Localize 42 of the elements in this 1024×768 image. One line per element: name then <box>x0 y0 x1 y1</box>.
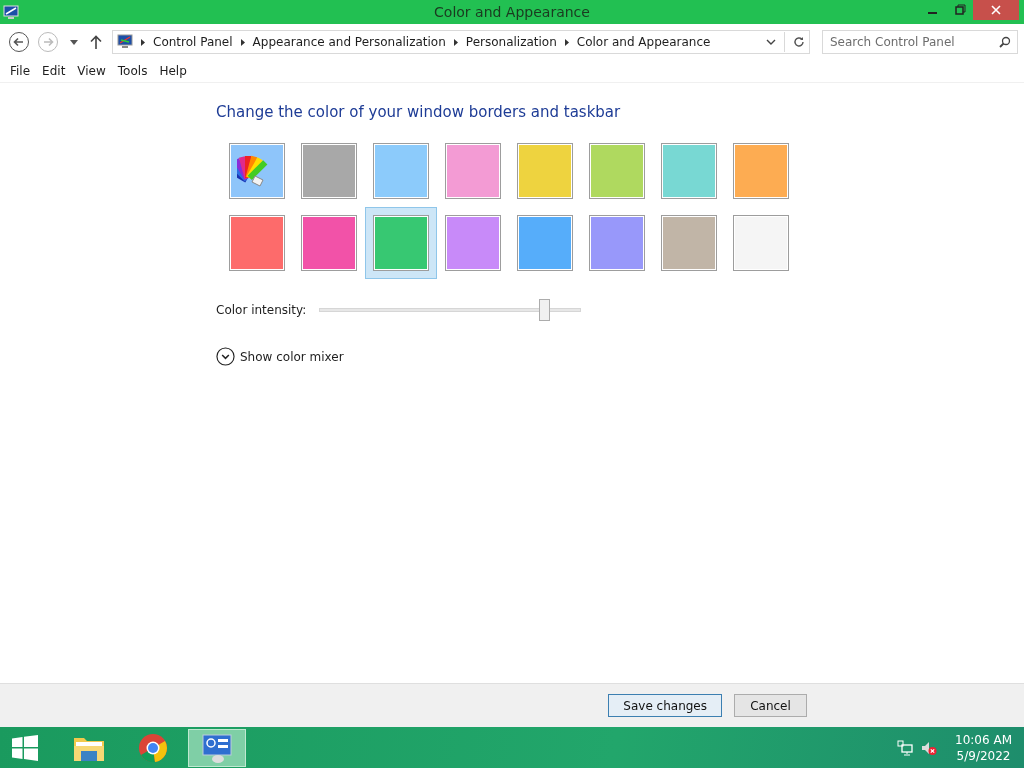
back-icon[interactable] <box>8 31 30 53</box>
save-button[interactable]: Save changes <box>608 694 722 717</box>
menu-item[interactable]: View <box>71 64 112 78</box>
taskbar-app[interactable] <box>188 728 246 767</box>
monitor-icon <box>3 4 19 20</box>
chevron-icon <box>141 38 145 46</box>
chevron-icon <box>564 38 569 46</box>
page-heading: Change the color of your window borders and taskbar <box>216 103 622 121</box>
breadcrumb-item[interactable]: Color and Appearance <box>576 35 711 49</box>
breadcrumb-item[interactable]: Appearance and Personalization <box>252 35 446 49</box>
intensity-label: Color intensity: <box>216 303 308 317</box>
dropdown-icon[interactable] <box>766 39 776 45</box>
expand-icon[interactable] <box>216 347 235 366</box>
chevron-icon <box>453 38 458 46</box>
breadcrumb-item[interactable]: Control Panel <box>153 35 233 49</box>
refresh-icon[interactable] <box>793 36 805 48</box>
mixer-link[interactable]: Show color mixer <box>240 349 344 364</box>
monitor-icon <box>117 34 133 50</box>
up-arrow-icon[interactable] <box>90 35 102 49</box>
clock-date[interactable]: 5/9/2022 <box>956 747 1011 764</box>
color-swatch[interactable] <box>365 207 437 279</box>
menu-item[interactable]: Edit <box>36 64 72 78</box>
breadcrumb-item[interactable]: Personalization <box>465 35 557 49</box>
chevron-icon <box>240 38 245 46</box>
search-icon <box>999 36 1011 48</box>
close-icon[interactable] <box>973 0 1019 20</box>
window-title: Color and Appearance <box>434 4 590 20</box>
slider-thumb[interactable] <box>539 299 551 321</box>
control-panel-icon <box>201 732 233 763</box>
network-icon[interactable] <box>897 739 914 756</box>
search-field[interactable]: Search Control Panel <box>822 30 1018 54</box>
clock-time[interactable]: 10:06 AM <box>955 731 1012 748</box>
start-icon[interactable] <box>12 734 38 761</box>
menu-item[interactable]: File <box>4 64 37 78</box>
menu-item[interactable]: Help <box>153 64 193 78</box>
address-bar[interactable]: Control Panel Appearance and Personalization Personalization Color and Appearance <box>112 30 810 54</box>
menu-item[interactable]: Tools <box>111 64 154 78</box>
cancel-button[interactable]: Cancel <box>734 694 807 717</box>
caret-icon[interactable] <box>70 39 78 45</box>
forward-icon[interactable] <box>37 31 59 53</box>
intensity-slider[interactable] <box>319 299 581 321</box>
browser-icon <box>137 732 169 763</box>
